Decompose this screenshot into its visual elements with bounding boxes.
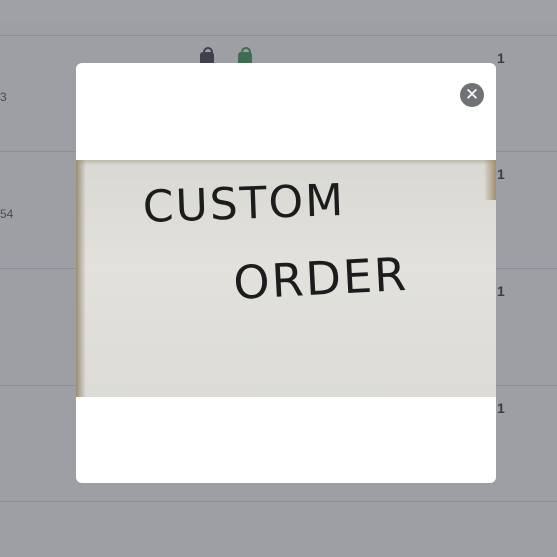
photo-text-line-1: CUSTOM <box>142 174 347 233</box>
photo-shadow <box>76 160 86 397</box>
photo-edge <box>76 160 496 165</box>
photo-text-line-2: ORDER <box>232 246 410 310</box>
image-preview-modal: ✕ CUSTOM ORDER <box>76 63 496 483</box>
custom-order-photo: CUSTOM ORDER <box>76 160 496 397</box>
photo-shadow <box>484 160 496 200</box>
close-button[interactable]: ✕ <box>460 83 484 107</box>
